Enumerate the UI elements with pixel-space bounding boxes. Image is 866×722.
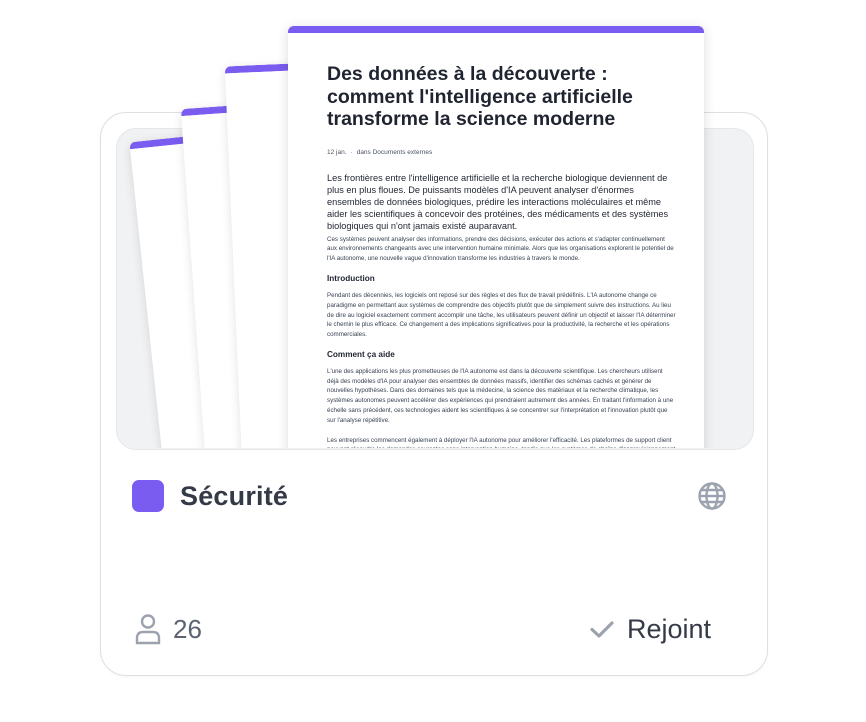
document-source: dans Documents externes bbox=[356, 148, 433, 156]
meta-separator: · bbox=[350, 148, 353, 156]
document-date: 12 jan. bbox=[327, 148, 347, 156]
joined-button[interactable]: Rejoint bbox=[588, 612, 711, 646]
globe-icon bbox=[696, 480, 728, 512]
card-title-row: Sécurité bbox=[132, 480, 288, 512]
section-heading-introduction: Introduction bbox=[327, 273, 375, 283]
document-lead: Les frontières entre l'intelligence arti… bbox=[327, 172, 669, 232]
section-heading-how-it-helps: Comment ça aide bbox=[327, 349, 395, 359]
document-paragraph: L'une des applications les plus promette… bbox=[327, 367, 674, 424]
member-count-value: 26 bbox=[173, 613, 202, 644]
document-paragraph: Pendant des décennies, les logiciels ont… bbox=[327, 291, 676, 339]
document-paragraph: Les entreprises commencent également à d… bbox=[327, 436, 675, 448]
card-title: Sécurité bbox=[180, 480, 289, 511]
document-title: Des données à la découverte : comment l'… bbox=[327, 63, 633, 130]
document-stack: Des données à la découverte : comment l'… bbox=[116, 0, 752, 448]
user-icon bbox=[135, 614, 161, 645]
document-paragraph: Ces systèmes peuvent analyser des inform… bbox=[327, 235, 674, 263]
joined-label: Rejoint bbox=[627, 613, 712, 644]
document-meta: 12 jan. · dans Documents externes bbox=[327, 149, 676, 156]
color-swatch bbox=[132, 480, 164, 512]
member-count: 26 bbox=[134, 612, 202, 646]
document-preview: Des données à la découverte : comment l'… bbox=[288, 26, 704, 448]
check-icon bbox=[590, 621, 614, 638]
